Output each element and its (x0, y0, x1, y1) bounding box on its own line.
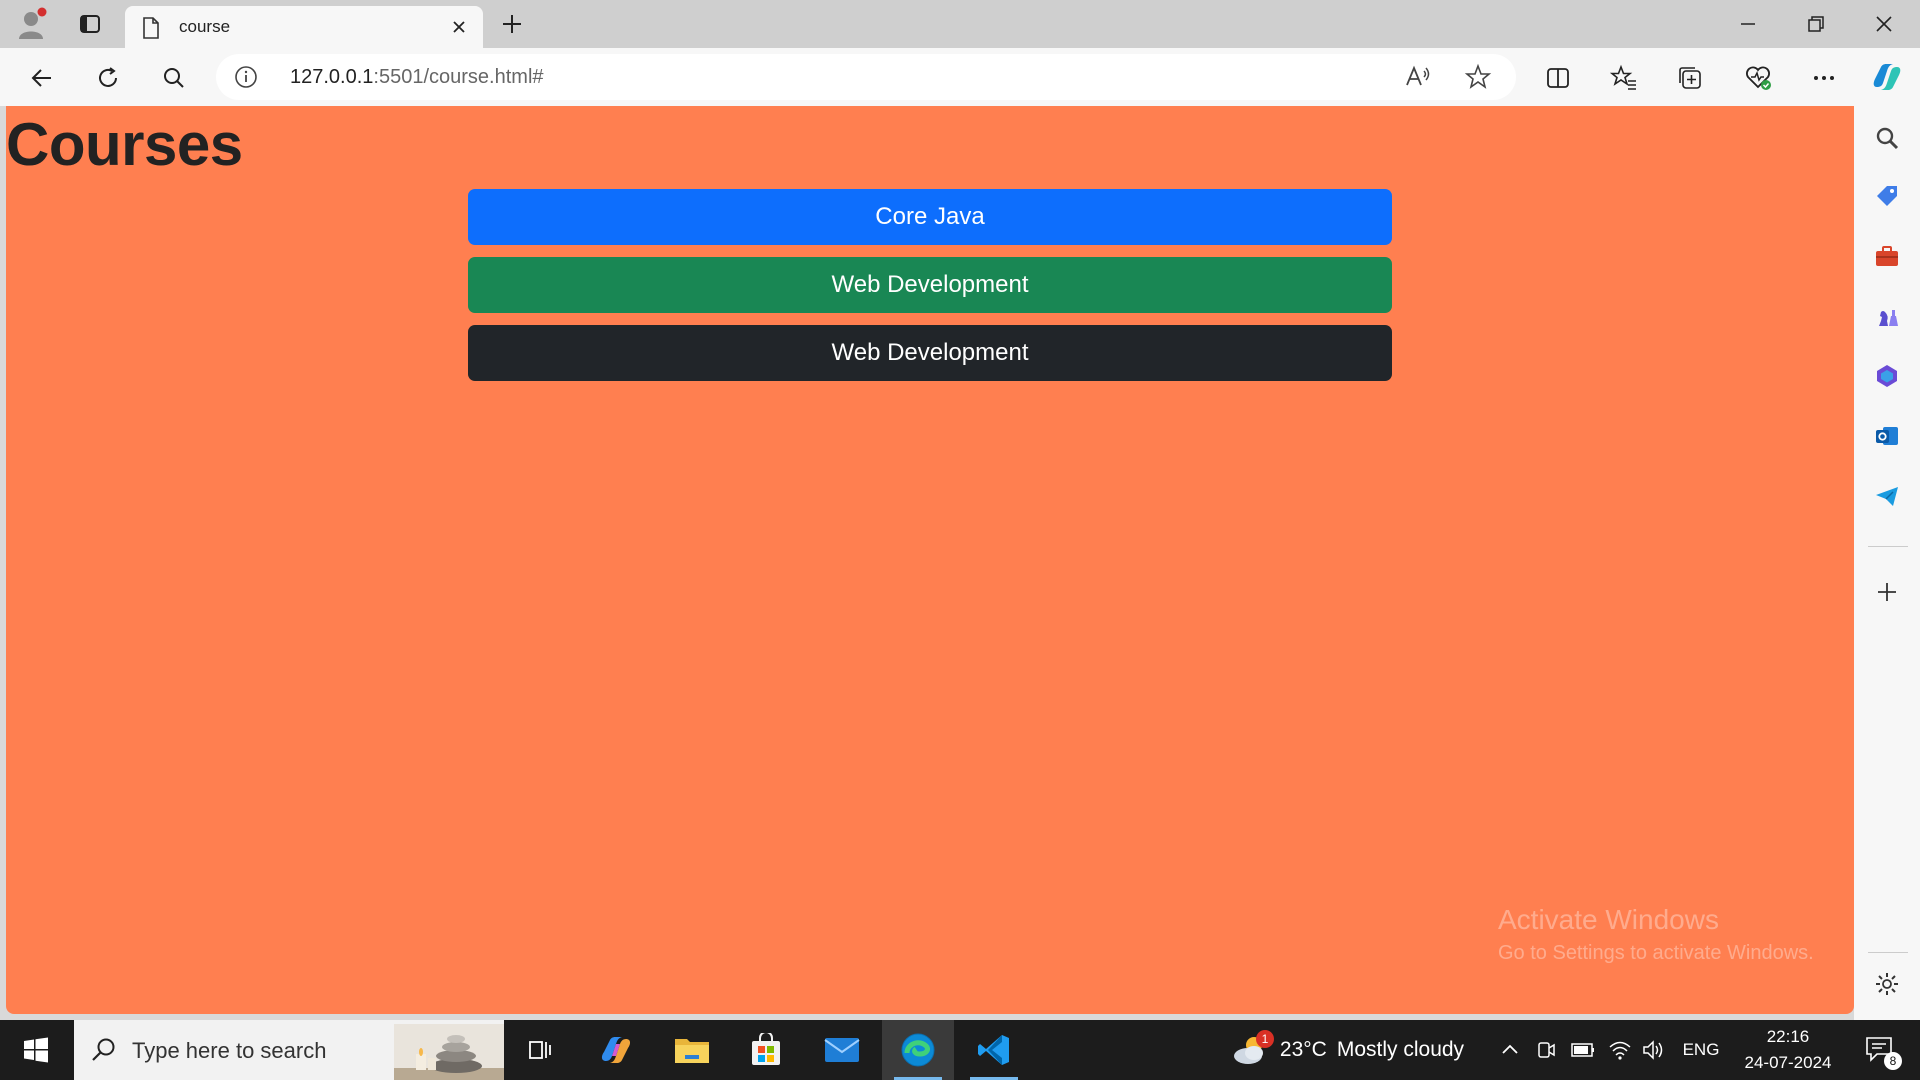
mail-icon[interactable] (806, 1020, 878, 1080)
tab-course[interactable]: course (125, 6, 483, 48)
show-hidden-icons-chevron-icon[interactable] (1494, 1020, 1526, 1080)
edge-sidebar (1854, 106, 1920, 1020)
url-text: 127.0.0.1:5501/course.html# (290, 66, 544, 89)
search-icon[interactable] (154, 58, 194, 98)
notification-center-icon[interactable]: 8 (1850, 1020, 1910, 1080)
profile-avatar[interactable] (14, 6, 54, 42)
favorites-icon[interactable] (1604, 58, 1644, 98)
browser-essentials-icon[interactable] (1738, 58, 1778, 98)
games-chess-icon[interactable] (1871, 300, 1903, 332)
wifi-icon[interactable] (1604, 1020, 1636, 1080)
windows-taskbar: Type here to search 1 23°C Mostly cloudy (0, 1020, 1920, 1080)
browser-toolbar: 127.0.0.1:5501/course.html# (0, 48, 1920, 106)
favorite-star-icon[interactable] (1464, 63, 1492, 95)
clock-date: 24-07-2024 (1744, 1053, 1832, 1072)
clock-time: 22:16 (1766, 1027, 1810, 1046)
input-language[interactable]: ENG (1676, 1020, 1726, 1080)
page-title: Courses (6, 111, 243, 178)
sidebar-divider-bottom (1868, 952, 1908, 953)
cloudy-weather-icon: 1 (1230, 1030, 1274, 1070)
page-icon (141, 16, 161, 44)
microsoft-store-icon[interactable] (730, 1020, 802, 1080)
tools-briefcase-icon[interactable] (1871, 240, 1903, 272)
weather-temperature: 23°C (1279, 1038, 1327, 1061)
sidebar-search-icon[interactable] (1871, 122, 1903, 154)
system-clock[interactable]: 22:16 24-07-2024 (1740, 1020, 1836, 1080)
battery-icon[interactable] (1566, 1020, 1600, 1080)
collections-icon[interactable] (1670, 58, 1710, 98)
minimize-icon[interactable] (1728, 4, 1768, 44)
tab-close-icon[interactable] (445, 13, 473, 41)
close-window-icon[interactable] (1864, 4, 1904, 44)
restore-icon[interactable] (1796, 4, 1836, 44)
sidebar-settings-gear-icon[interactable] (1871, 968, 1903, 1000)
address-bar[interactable]: 127.0.0.1:5501/course.html# (216, 54, 1516, 100)
more-options-icon[interactable] (1804, 58, 1844, 98)
course-button-web-development-dark[interactable]: Web Development (468, 325, 1392, 381)
taskbar-search-icon (90, 1036, 118, 1068)
taskbar-copilot-app-icon[interactable] (580, 1020, 652, 1080)
page-viewport: Courses Core Java Web Development Web De… (6, 106, 1854, 1014)
file-explorer-icon[interactable] (656, 1020, 728, 1080)
tab-title: course (179, 17, 231, 36)
weather-widget[interactable]: 1 23°C Mostly cloudy (1222, 1020, 1472, 1080)
weather-condition: Mostly cloudy (1336, 1038, 1465, 1061)
course-button-core-java[interactable]: Core Java (468, 189, 1392, 245)
outlook-icon[interactable] (1871, 420, 1903, 452)
activate-windows-watermark: Activate Windows Go to Settings to activ… (1498, 904, 1814, 965)
taskbar-search-placeholder: Type here to search (132, 1038, 327, 1063)
tab-actions-icon[interactable] (72, 8, 108, 40)
read-aloud-icon[interactable] (1404, 63, 1432, 95)
microsoft365-icon[interactable] (1871, 360, 1903, 392)
edge-browser-icon[interactable] (882, 1020, 954, 1080)
new-tab-icon[interactable] (494, 8, 530, 40)
tab-strip: course (0, 0, 1920, 48)
start-windows-icon[interactable] (0, 1020, 72, 1080)
task-view-icon[interactable] (516, 1020, 564, 1080)
split-screen-icon[interactable] (1538, 58, 1578, 98)
vscode-icon[interactable] (958, 1020, 1030, 1080)
taskbar-search-input[interactable]: Type here to search (74, 1020, 504, 1080)
add-sidebar-app-icon[interactable] (1871, 576, 1903, 608)
refresh-icon[interactable] (88, 58, 128, 98)
course-button-web-development[interactable]: Web Development (468, 257, 1392, 313)
send-telegram-icon[interactable] (1871, 480, 1903, 512)
notification-bubble: 8 (1864, 1034, 1902, 1070)
back-icon[interactable] (22, 58, 62, 98)
sidebar-divider (1868, 546, 1908, 547)
info-icon[interactable] (234, 65, 258, 93)
notification-count: 8 (1884, 1052, 1902, 1070)
weather-alert-badge: 1 (1255, 1030, 1274, 1048)
url-path: :5501/course.html# (373, 66, 544, 88)
url-host: 127.0.0.1 (290, 66, 374, 88)
meet-now-icon[interactable] (1530, 1020, 1562, 1080)
watermark-title: Activate Windows (1498, 904, 1719, 935)
watermark-subtitle: Go to Settings to activate Windows. (1498, 942, 1814, 964)
volume-icon[interactable] (1638, 1020, 1670, 1080)
search-highlight-stones-icon (394, 1024, 504, 1080)
shopping-tag-icon[interactable] (1871, 180, 1903, 212)
copilot-icon[interactable] (1866, 56, 1908, 98)
